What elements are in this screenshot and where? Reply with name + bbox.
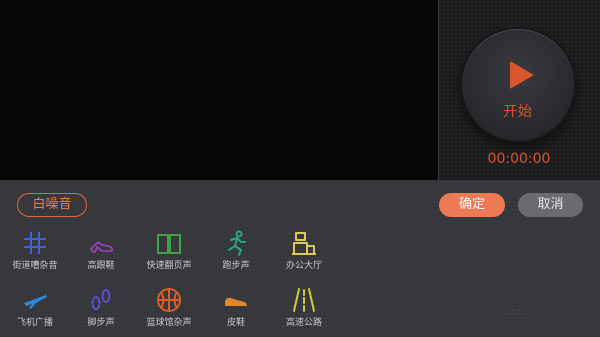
sound-item-leather-shoes[interactable]: 皮鞋 (202, 287, 270, 333)
sound-item-street[interactable]: 街道嘈杂音 (1, 230, 69, 276)
high-heel-icon (90, 241, 113, 253)
sound-label: 飞机广播 (16, 318, 53, 328)
sound-label: 街道嘈杂音 (12, 261, 58, 271)
sound-label: 快速翻页声 (146, 261, 192, 271)
play-icon (510, 61, 534, 89)
highway-icon (293, 288, 315, 312)
sound-label: 高速公路 (285, 318, 322, 328)
sound-item-high-heel[interactable]: 高跟鞋 (67, 230, 135, 276)
start-button[interactable]: 开始 (462, 29, 574, 141)
sound-item-highway[interactable]: 高速公路 (270, 287, 338, 333)
sound-label: 高跟鞋 (87, 261, 115, 271)
sound-item-footsteps[interactable]: 脚步声 (67, 287, 135, 333)
video-preview (0, 0, 438, 180)
book-icon (157, 234, 181, 254)
confirm-button[interactable]: 确定 (439, 193, 505, 217)
sound-item-office-hall[interactable]: 办公大厅 (270, 230, 338, 276)
runner-icon (228, 230, 246, 256)
sound-label: 跑步声 (222, 261, 250, 271)
sound-item-airport[interactable]: 飞机广播 (1, 287, 69, 333)
sound-item-running[interactable]: 跑步声 (202, 230, 270, 276)
sound-label: 篮球馆杂声 (146, 318, 192, 328)
record-panel: 开始 00:00:00 (438, 0, 600, 180)
sound-label: 办公大厅 (285, 261, 322, 271)
cancel-button[interactable]: 取消 (518, 193, 583, 217)
basketball-icon (157, 288, 181, 312)
sound-item-page-flip[interactable]: 快速翻页声 (135, 230, 203, 276)
faint-timer: 00:00 (500, 305, 532, 318)
office-icon (292, 232, 316, 255)
street-icon (24, 232, 46, 254)
sound-label: 脚步声 (87, 318, 115, 328)
start-label: 开始 (503, 104, 533, 120)
sound-item-basketball[interactable]: 篮球馆杂声 (135, 287, 203, 333)
leather-shoe-icon (225, 297, 247, 306)
category-tag-white-noise[interactable]: 白噪音 (17, 193, 87, 217)
footprints-icon (91, 289, 111, 310)
sound-label: 皮鞋 (226, 318, 245, 328)
record-timer: 00:00:00 (487, 151, 551, 167)
airplane-icon (24, 295, 47, 309)
